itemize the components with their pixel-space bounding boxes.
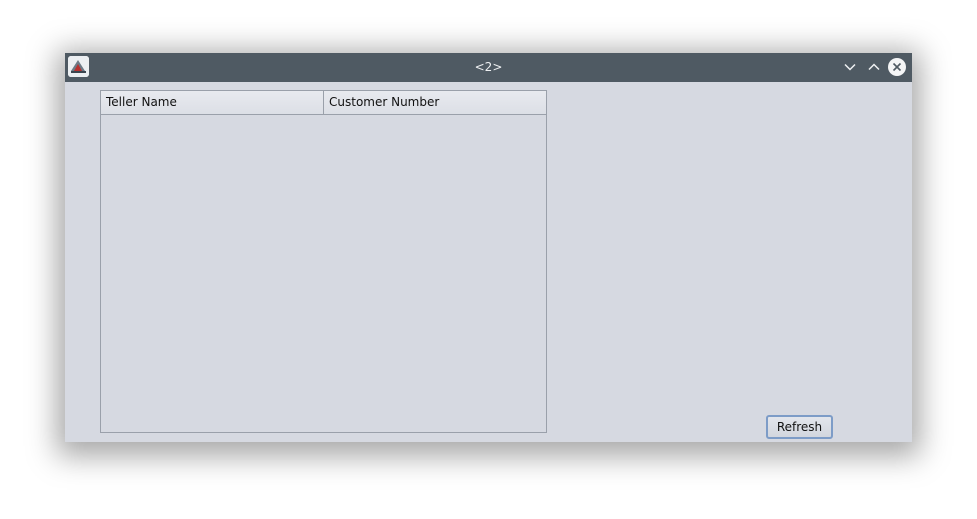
- table-header: Teller Name Customer Number: [101, 91, 546, 115]
- table-body[interactable]: [101, 115, 546, 432]
- column-header-teller-name[interactable]: Teller Name: [101, 91, 324, 114]
- window-title: <2>: [474, 60, 503, 74]
- app-window: <2> Teller Name Customer Number Refresh: [65, 53, 912, 442]
- column-header-customer-number[interactable]: Customer Number: [324, 91, 546, 114]
- refresh-button[interactable]: Refresh: [766, 415, 833, 439]
- tellers-table[interactable]: Teller Name Customer Number: [100, 90, 547, 433]
- close-icon: [892, 62, 902, 72]
- minimize-button[interactable]: [841, 58, 859, 76]
- close-button[interactable]: [888, 58, 906, 76]
- minimize-icon: [844, 63, 856, 71]
- maximize-button[interactable]: [865, 58, 883, 76]
- title-bar[interactable]: <2>: [65, 53, 912, 82]
- maximize-icon: [868, 63, 880, 71]
